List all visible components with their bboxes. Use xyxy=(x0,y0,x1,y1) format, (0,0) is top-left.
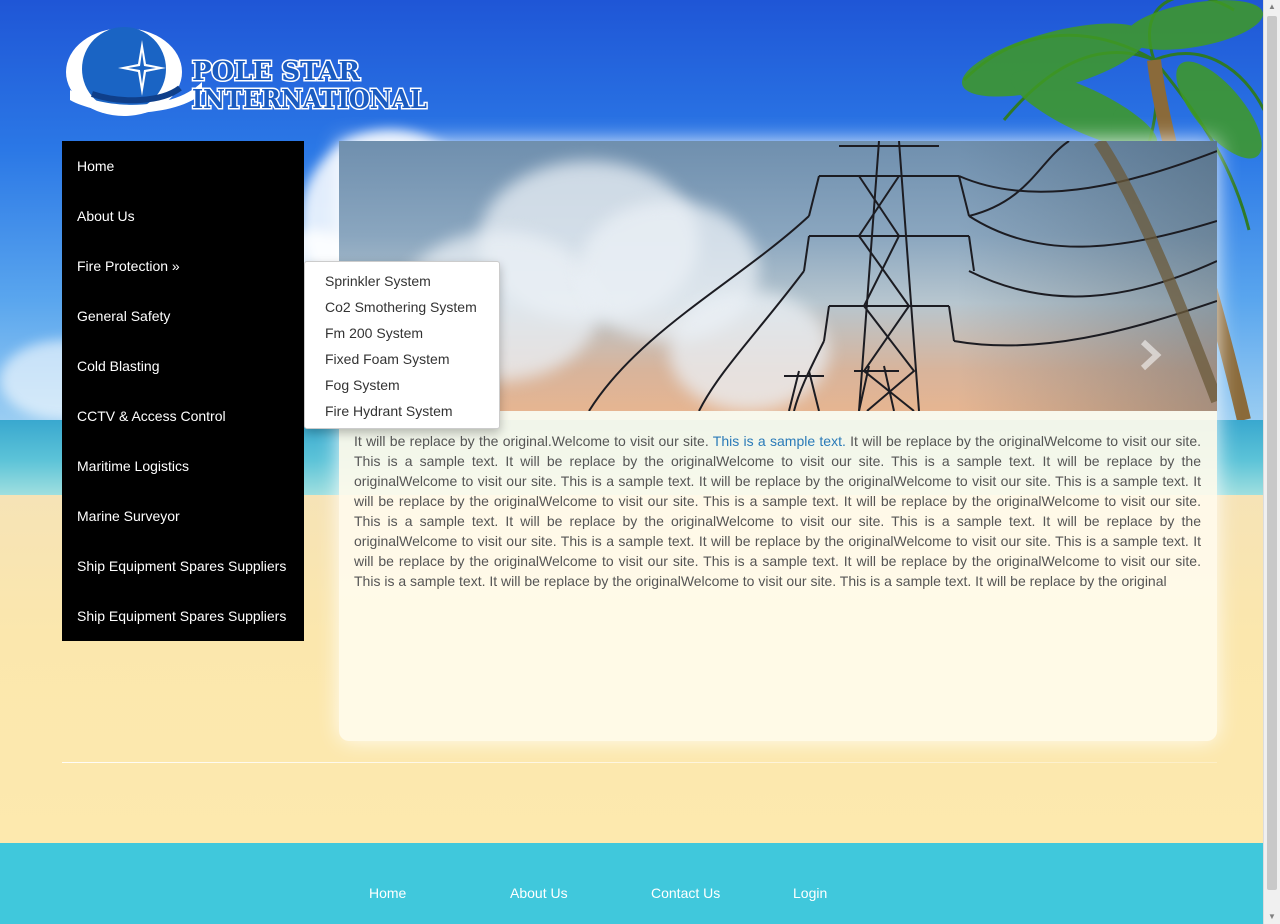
vertical-scrollbar[interactable]: ▲ ▼ xyxy=(1263,0,1280,924)
footer-link-about-us[interactable]: About Us xyxy=(510,885,568,901)
submenu-item-fm200-system[interactable]: Fm 200 System xyxy=(305,320,499,346)
submenu-item-fixed-foam-system[interactable]: Fixed Foam System xyxy=(305,346,499,372)
scrollbar-thumb[interactable] xyxy=(1267,16,1277,890)
scroll-down-arrow-icon[interactable]: ▼ xyxy=(1264,910,1280,924)
scroll-up-arrow-icon[interactable]: ▲ xyxy=(1264,0,1280,14)
sidebar-item-home[interactable]: Home xyxy=(62,141,304,191)
svg-text:POLE STAR: POLE STAR xyxy=(192,57,360,87)
submenu-item-co2-smothering-system[interactable]: Co2 Smothering System xyxy=(305,294,499,320)
sidebar-item-marine-surveyor[interactable]: Marine Surveyor xyxy=(62,491,304,541)
main-content-panel: It will be replace by the original.Welco… xyxy=(339,141,1217,741)
sample-text-link[interactable]: This is a sample text. xyxy=(713,433,846,449)
sidebar-item-about-us[interactable]: About Us xyxy=(62,191,304,241)
fire-protection-submenu: Sprinkler System Co2 Smothering System F… xyxy=(304,261,500,429)
footer-link-login[interactable]: Login xyxy=(793,885,827,901)
sidebar-item-ship-equipment-spares-2[interactable]: Ship Equipment Spares Suppliers xyxy=(62,591,304,641)
chevron-right-icon[interactable] xyxy=(1139,338,1163,372)
submenu-item-fog-system[interactable]: Fog System xyxy=(305,372,499,398)
footer: Home About Us Contact Us Login xyxy=(0,843,1264,924)
pole-star-logo[interactable]: POLE STAR INTERNATIONAL xyxy=(62,22,432,120)
intro-text: It will be replace by the original.Welco… xyxy=(354,433,713,449)
sidebar-item-maritime-logistics[interactable]: Maritime Logistics xyxy=(62,441,304,491)
footer-link-home[interactable]: Home xyxy=(369,885,406,901)
sidebar-item-ship-equipment-spares[interactable]: Ship Equipment Spares Suppliers xyxy=(62,541,304,591)
submenu-item-sprinkler-system[interactable]: Sprinkler System xyxy=(305,268,499,294)
sidebar-item-general-safety[interactable]: General Safety xyxy=(62,291,304,341)
footer-link-contact-us[interactable]: Contact Us xyxy=(651,885,720,901)
sidebar-nav: Home About Us Fire Protection » General … xyxy=(62,141,304,641)
sidebar-item-cctv-access-control[interactable]: CCTV & Access Control xyxy=(62,391,304,441)
sidebar-item-fire-protection[interactable]: Fire Protection » xyxy=(62,241,304,291)
divider xyxy=(62,762,1217,763)
main-body-text: It will be replace by the original.Welco… xyxy=(354,431,1201,591)
svg-text:INTERNATIONAL: INTERNATIONAL xyxy=(192,85,427,115)
submenu-item-fire-hydrant-system[interactable]: Fire Hydrant System xyxy=(305,398,499,424)
sidebar-item-cold-blasting[interactable]: Cold Blasting xyxy=(62,341,304,391)
body-text: It will be replace by the originalWelcom… xyxy=(354,433,1201,589)
